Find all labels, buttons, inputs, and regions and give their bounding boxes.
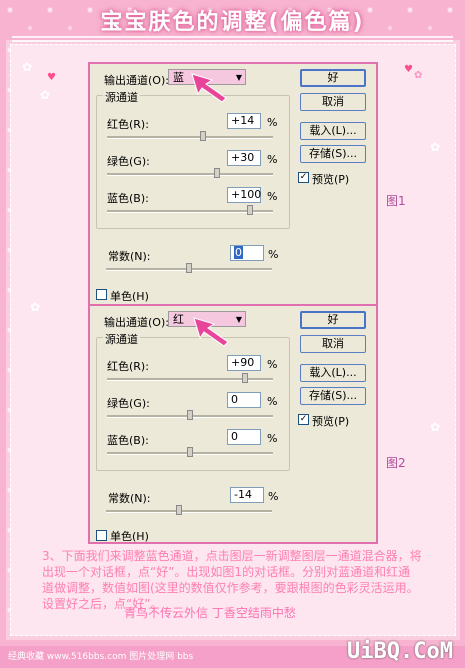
slider-thumb[interactable] (247, 205, 253, 215)
red-unit: % (267, 358, 278, 371)
blue-slider[interactable] (107, 447, 273, 457)
heart-decoration: ♥ (404, 64, 413, 75)
chevron-down-icon: ▼ (235, 315, 242, 324)
blue-label: 蓝色(B): (107, 192, 149, 205)
constant-value: 0 (234, 246, 243, 259)
load-button[interactable]: 载入(L)... (300, 122, 366, 140)
preview-label: 预览(P) (312, 173, 350, 186)
signature-text: 青鸟不传云外信 丁香空结雨中愁 (124, 606, 296, 620)
slider-thumb[interactable] (214, 168, 220, 178)
pointer-arrow-icon (193, 317, 229, 347)
heart-decoration: ♥ (47, 72, 56, 83)
output-channel-value: 蓝 (173, 71, 184, 84)
pointer-arrow-icon (191, 73, 227, 103)
red-label: 红色(R): (107, 118, 149, 131)
source-channels-group: 源通道 红色(R): +14 % 绿色(G): +30 % 蓝色(B): +10… (96, 89, 290, 229)
preview-label: 预览(P) (312, 415, 350, 428)
output-channel-label: 输出通道(O): (104, 316, 169, 329)
green-unit: % (267, 153, 278, 166)
green-value-input[interactable]: +30 (227, 150, 261, 166)
instruction-text: 3、下面我们来调整蓝色通道，点击图层一新调整图层一通道混合器，将出现一个对话框，… (42, 549, 422, 611)
green-label: 绿色(G): (107, 155, 150, 168)
constant-label: 常数(N): (108, 492, 151, 505)
save-button[interactable]: 存储(S)... (300, 145, 366, 163)
figure-label: 图1 (386, 194, 406, 208)
flower-decoration: ✿ (22, 60, 33, 74)
slider-thumb[interactable] (200, 131, 206, 141)
slider-thumb[interactable] (187, 447, 193, 457)
constant-value-input[interactable]: -14 (230, 487, 264, 503)
figure-label: 图2 (386, 456, 406, 470)
constant-label: 常数(N): (108, 250, 151, 263)
green-label: 绿色(G): (107, 397, 150, 410)
preview-checkbox[interactable]: ✓ (298, 172, 309, 183)
channel-mixer-dialog: 输出通道(O): 蓝 ▼ 源通道 红色(R): +14 % 绿色(G): +30… (88, 62, 378, 306)
source-channels-legend: 源通道 (103, 89, 140, 105)
constant-slider[interactable] (106, 505, 272, 515)
red-slider[interactable] (107, 131, 273, 141)
flower-decoration: ✿ (30, 300, 41, 314)
blue-unit: % (267, 190, 278, 203)
flower-decoration: ✿ (40, 88, 51, 102)
preview-checkbox[interactable]: ✓ (298, 414, 309, 425)
flower-decoration: ✿ (430, 420, 441, 434)
chevron-down-icon: ▼ (235, 73, 242, 82)
monochrome-label: 单色(H) (110, 290, 149, 303)
red-slider[interactable] (107, 373, 273, 383)
load-button[interactable]: 载入(L)... (300, 364, 366, 382)
ok-button[interactable]: 好 (300, 311, 366, 329)
blue-unit: % (267, 432, 278, 445)
channel-mixer-dialog: 输出通道(O): 红 ▼ 源通道 红色(R): +90 % 绿色(G): 0 %… (88, 304, 378, 544)
output-channel-value: 红 (173, 313, 184, 326)
cancel-button[interactable]: 取消 (300, 93, 366, 111)
output-channel-label: 输出通道(O): (104, 74, 169, 87)
slider-thumb[interactable] (187, 410, 193, 420)
slider-thumb[interactable] (176, 505, 182, 515)
flower-decoration: ✿ (414, 70, 423, 81)
red-value-input[interactable]: +90 (227, 355, 261, 371)
page-title: 宝宝肤色的调整(偏色篇) (100, 10, 365, 35)
ok-button[interactable]: 好 (300, 69, 366, 87)
constant-value-input[interactable]: 0 (230, 245, 264, 261)
green-value-input[interactable]: 0 (227, 392, 261, 408)
save-button[interactable]: 存储(S)... (300, 387, 366, 405)
blue-value-input[interactable]: 0 (227, 429, 261, 445)
green-slider[interactable] (107, 410, 273, 420)
monochrome-label: 单色(H) (110, 530, 149, 543)
source-channels-legend: 源通道 (103, 331, 140, 347)
green-slider[interactable] (107, 168, 273, 178)
brand-watermark: UiBQ.CoM (347, 639, 453, 664)
red-unit: % (267, 116, 278, 129)
flower-decoration: ✿ (430, 140, 441, 154)
monochrome-checkbox[interactable] (96, 289, 107, 300)
slider-thumb[interactable] (186, 263, 192, 273)
red-label: 红色(R): (107, 360, 149, 373)
title-divider (12, 40, 453, 42)
constant-slider[interactable] (106, 263, 272, 273)
source-channels-group: 源通道 红色(R): +90 % 绿色(G): 0 % 蓝色(B): 0 % (96, 331, 290, 471)
blue-value-input[interactable]: +100 (227, 187, 261, 203)
red-value-input[interactable]: +14 (227, 113, 261, 129)
blue-label: 蓝色(B): (107, 434, 149, 447)
constant-unit: % (268, 490, 279, 503)
slider-thumb[interactable] (242, 373, 248, 383)
monochrome-checkbox[interactable] (96, 530, 107, 541)
cancel-button[interactable]: 取消 (300, 335, 366, 353)
blue-slider[interactable] (107, 205, 273, 215)
title-divider (12, 36, 453, 38)
green-unit: % (267, 395, 278, 408)
constant-unit: % (268, 248, 279, 261)
